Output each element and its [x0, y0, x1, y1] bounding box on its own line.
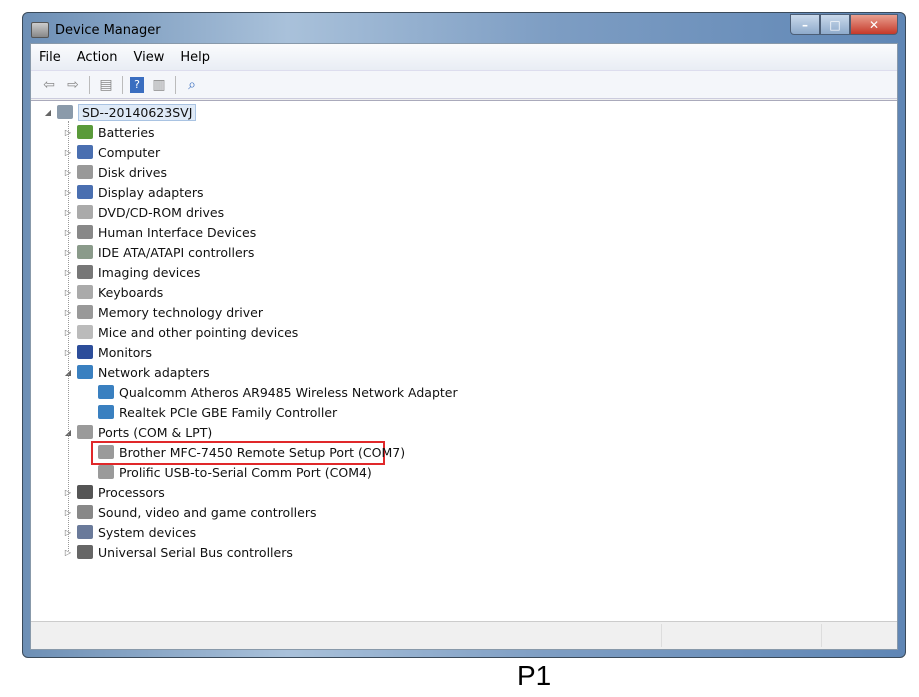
menu-view[interactable]: View [125, 50, 172, 65]
minimize-button[interactable]: – [790, 14, 820, 35]
help-icon[interactable]: ? [130, 76, 144, 93]
forward-icon[interactable]: ⇨ [64, 77, 82, 93]
toolbar-separator [175, 75, 176, 94]
tree-item-label: System devices [98, 524, 197, 540]
tree-item-label: Imaging devices [98, 264, 201, 280]
tree-item[interactable]: ▷ Human Interface Devices [63, 222, 256, 242]
show-hide-console-tree-icon[interactable]: ▤ [97, 77, 115, 93]
dvd-drive-icon [77, 205, 93, 219]
tree-item[interactable]: ▷ Batteries [63, 122, 155, 142]
port-icon [98, 465, 114, 479]
processor-icon [77, 485, 93, 499]
tree-item-label: Mice and other pointing devices [98, 324, 299, 340]
maximize-button[interactable]: □ [820, 14, 850, 35]
tree-item[interactable]: ▷ Universal Serial Bus controllers [63, 542, 293, 562]
tree-item-label: Human Interface Devices [98, 224, 257, 240]
tree-item-label: Prolific USB-to-Serial Comm Port (COM4) [119, 464, 372, 480]
tree-item-label: SD--20140623SVJ [78, 103, 197, 121]
device-tree: ◢ SD--20140623SVJ ▷ Batteries ▷ Computer ▷ Disk… [31, 100, 897, 621]
device-manager-icon [31, 22, 49, 38]
monitor-icon [77, 345, 93, 359]
tree-item-label: Ports (COM & LPT) [98, 424, 213, 440]
tree-item[interactable]: ▷ Imaging devices [63, 262, 200, 282]
tree-item-label: Processors [98, 484, 165, 500]
status-bar [31, 621, 897, 649]
menu-action[interactable]: Action [69, 50, 126, 65]
toolbar: ⇦ ⇨ ▤ ? ▥ ⌕ [31, 71, 897, 99]
tree-item[interactable]: ▷ IDE ATA/ATAPI controllers [63, 242, 254, 262]
tree-connector-line [68, 121, 69, 551]
tree-item-label: Network adapters [98, 364, 210, 380]
device-manager-window: Device Manager – □ ✕ File Action View He… [22, 12, 906, 658]
tree-item-label: Keyboards [98, 284, 164, 300]
window-title: Device Manager [55, 22, 161, 38]
network-adapter-icon [77, 365, 93, 379]
system-device-icon [77, 525, 93, 539]
tree-item-label: Qualcomm Atheros AR9485 Wireless Network… [119, 384, 458, 400]
show-hide-action-pane-icon[interactable]: ▥ [150, 77, 168, 93]
menu-help[interactable]: Help [172, 50, 218, 65]
tree-item-label: Display adapters [98, 184, 204, 200]
speaker-icon [77, 505, 93, 519]
tree-item[interactable]: ▷ Mice and other pointing devices [63, 322, 298, 342]
tree-child-item[interactable]: Qualcomm Atheros AR9485 Wireless Network… [84, 382, 458, 402]
close-button[interactable]: ✕ [850, 14, 898, 35]
disk-drive-icon [77, 165, 93, 179]
keyboard-icon [77, 285, 93, 299]
tree-item[interactable]: ▷ Display adapters [63, 182, 204, 202]
scan-hardware-icon[interactable]: ⌕ [183, 77, 201, 93]
tree-item[interactable]: ▷ Sound, video and game controllers [63, 502, 317, 522]
tree-item[interactable]: ▷ Keyboards [63, 282, 163, 302]
tree-child-item[interactable]: Realtek PCIe GBE Family Controller [84, 402, 337, 422]
tree-item-label: Disk drives [98, 164, 167, 180]
tree-item-label: Sound, video and game controllers [98, 504, 317, 520]
menu-bar: File Action View Help [31, 44, 897, 71]
menu-file[interactable]: File [31, 50, 69, 65]
toolbar-separator [89, 75, 90, 94]
computer-icon [57, 105, 73, 119]
network-adapter-icon [98, 385, 114, 399]
mouse-icon [77, 325, 93, 339]
hid-icon [77, 225, 93, 239]
port-icon [77, 425, 93, 439]
toolbar-separator [122, 75, 123, 94]
tree-item[interactable]: ◢ Network adapters [63, 362, 210, 382]
tree-item-label: Realtek PCIe GBE Family Controller [119, 404, 338, 420]
tree-item-label: Memory technology driver [98, 304, 263, 320]
tree-item-highlighted[interactable]: Prolific USB-to-Serial Comm Port (COM4) [84, 462, 372, 482]
battery-icon [77, 125, 93, 139]
display-adapter-icon [77, 185, 93, 199]
tree-item[interactable]: ▷ DVD/CD-ROM drives [63, 202, 224, 222]
usb-icon [77, 545, 93, 559]
imaging-device-icon [77, 265, 93, 279]
tree-item[interactable]: ▷ System devices [63, 522, 196, 542]
tree-item-label: DVD/CD-ROM drives [98, 204, 225, 220]
tree-item[interactable]: ▷ Memory technology driver [63, 302, 263, 322]
tree-item[interactable]: ◢ Ports (COM & LPT) [63, 422, 212, 442]
back-icon[interactable]: ⇦ [40, 77, 58, 93]
tree-item-label: IDE ATA/ATAPI controllers [98, 244, 255, 260]
tree-item-label: Brother MFC-7450 Remote Setup Port (COM7… [119, 444, 406, 460]
memory-icon [77, 305, 93, 319]
tree-item[interactable]: ▷ Disk drives [63, 162, 167, 182]
tree-item-label: Computer [98, 144, 161, 160]
computer-icon [77, 145, 93, 159]
network-adapter-icon [98, 405, 114, 419]
tree-item-label: Monitors [98, 344, 153, 360]
tree-item[interactable]: ▷ Computer [63, 142, 160, 162]
tree-item-label: Batteries [98, 124, 155, 140]
tree-item[interactable]: ▷ Processors [63, 482, 165, 502]
tree-item[interactable]: ▷ Monitors [63, 342, 152, 362]
port-icon [98, 445, 114, 459]
ide-controller-icon [77, 245, 93, 259]
title-bar: Device Manager [31, 17, 161, 43]
collapse-arrow-icon[interactable]: ◢ [43, 108, 53, 117]
tree-item-label: Universal Serial Bus controllers [98, 544, 293, 560]
tree-root[interactable]: ◢ SD--20140623SVJ [43, 102, 197, 122]
figure-caption: P1 [517, 660, 552, 691]
tree-child-item[interactable]: Brother MFC-7450 Remote Setup Port (COM7… [84, 442, 405, 462]
